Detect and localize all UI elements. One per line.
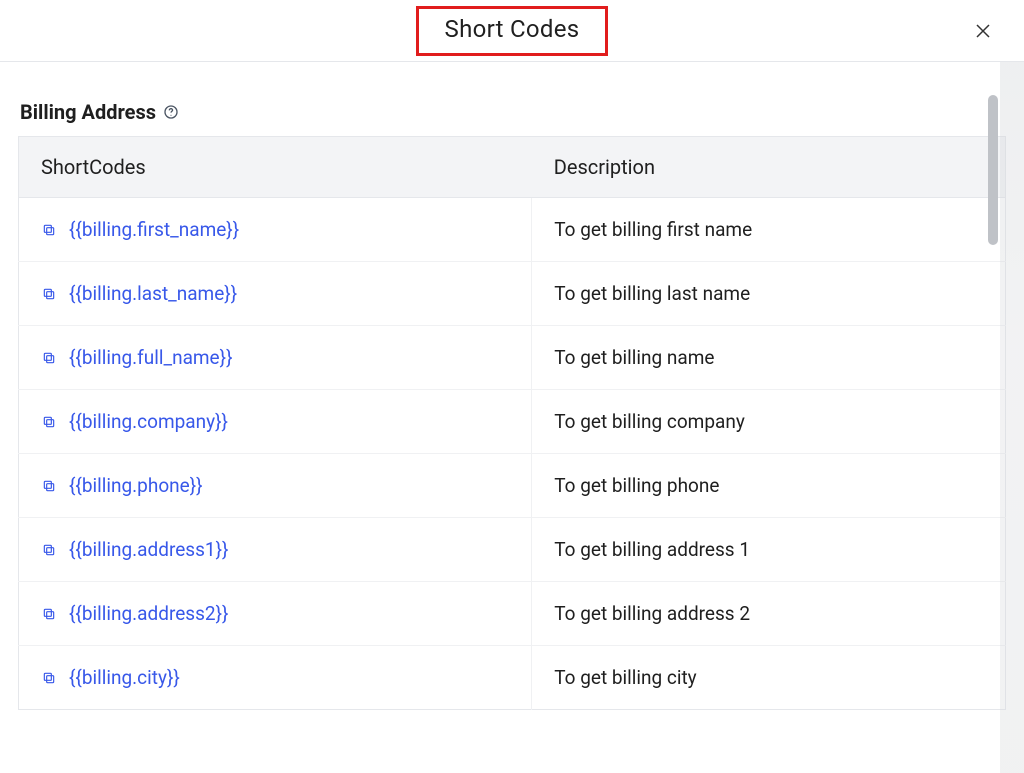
description-cell: To get billing city [532, 646, 1006, 710]
shortcode-text[interactable]: {{billing.first_name}} [69, 218, 239, 241]
copy-icon[interactable] [41, 670, 57, 686]
description-cell: To get billing company [532, 390, 1006, 454]
table-row: {{billing.city}} To get billing city [19, 646, 1006, 710]
copy-icon[interactable] [41, 478, 57, 494]
modal-content: Billing Address ShortCodes Description {… [0, 62, 1024, 773]
description-cell: To get billing address 1 [532, 518, 1006, 582]
shortcode-text[interactable]: {{billing.phone}} [69, 474, 203, 497]
table-row: {{billing.first_name}} To get billing fir… [19, 198, 1006, 262]
shortcode-cell: {{billing.first_name}} [19, 198, 532, 262]
copy-icon[interactable] [41, 414, 57, 430]
modal-title-box: Short Codes [416, 6, 609, 56]
column-header-shortcodes: ShortCodes [19, 137, 532, 198]
table-row: {{billing.last_name}} To get billing last… [19, 262, 1006, 326]
description-cell: To get billing name [532, 326, 1006, 390]
description-cell: To get billing address 2 [532, 582, 1006, 646]
shortcode-text[interactable]: {{billing.address2}} [69, 602, 228, 625]
column-header-description: Description [532, 137, 1006, 198]
modal-header: Short Codes [0, 0, 1024, 62]
shortcode-cell: {{billing.address2}} [19, 582, 532, 646]
shortcode-text[interactable]: {{billing.city}} [69, 666, 180, 689]
copy-icon[interactable] [41, 222, 57, 238]
description-cell: To get billing phone [532, 454, 1006, 518]
shortcode-text[interactable]: {{billing.full_name}} [69, 346, 233, 369]
help-icon[interactable] [162, 103, 180, 121]
shortcode-cell: {{billing.address1}} [19, 518, 532, 582]
table-row: {{billing.company}} To get billing compan… [19, 390, 1006, 454]
copy-icon[interactable] [41, 286, 57, 302]
close-button[interactable] [972, 20, 994, 42]
shortcodes-table: ShortCodes Description {{billing.first_n… [18, 136, 1006, 710]
shortcode-text[interactable]: {{billing.company}} [69, 410, 228, 433]
shortcode-cell: {{billing.last_name}} [19, 262, 532, 326]
close-icon [974, 22, 992, 40]
shortcode-text[interactable]: {{billing.address1}} [69, 538, 228, 561]
section-title: Billing Address [20, 100, 156, 124]
shortcode-cell: {{billing.phone}} [19, 454, 532, 518]
section-header: Billing Address [18, 100, 1006, 124]
modal-title: Short Codes [445, 15, 580, 43]
copy-icon[interactable] [41, 350, 57, 366]
table-row: {{billing.phone}} To get billing phone [19, 454, 1006, 518]
copy-icon[interactable] [41, 606, 57, 622]
copy-icon[interactable] [41, 542, 57, 558]
description-cell: To get billing last name [532, 262, 1006, 326]
table-row: {{billing.full_name}} To get billing name [19, 326, 1006, 390]
shortcode-text[interactable]: {{billing.last_name}} [69, 282, 237, 305]
shortcode-cell: {{billing.company}} [19, 390, 532, 454]
table-row: {{billing.address2}} To get billing addre… [19, 582, 1006, 646]
shortcode-cell: {{billing.city}} [19, 646, 532, 710]
table-row: {{billing.address1}} To get billing addre… [19, 518, 1006, 582]
description-cell: To get billing first name [532, 198, 1006, 262]
shortcode-cell: {{billing.full_name}} [19, 326, 532, 390]
